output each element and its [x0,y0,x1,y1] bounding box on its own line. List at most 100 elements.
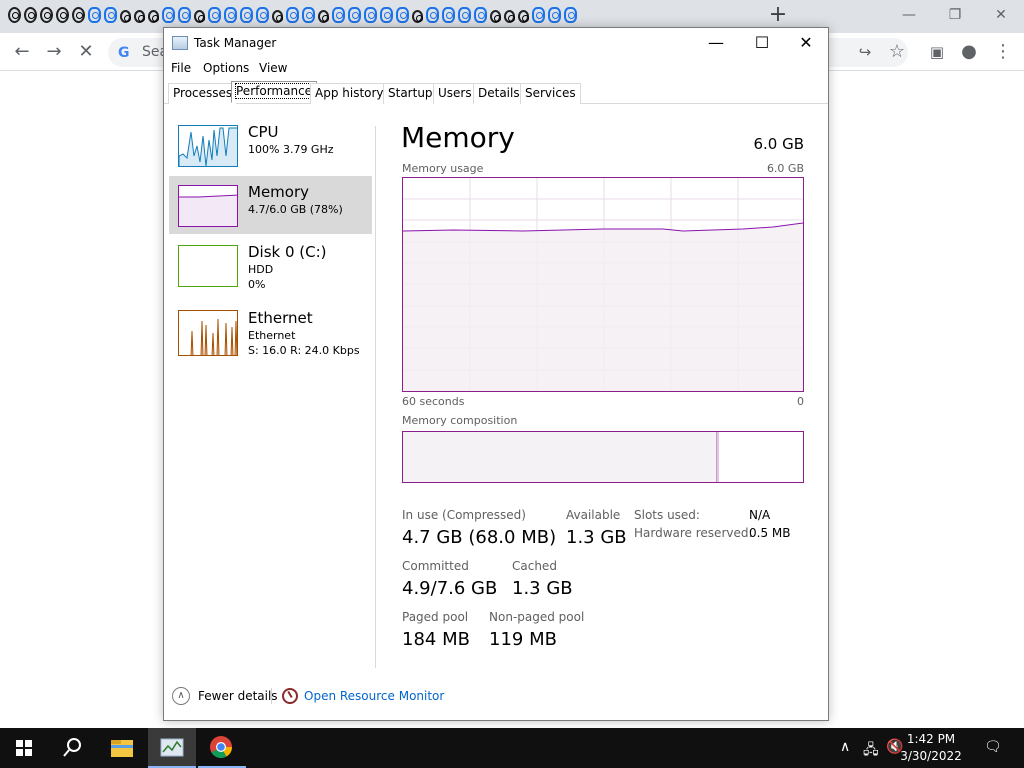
non-paged-pool-label: Non-paged pool [489,610,585,624]
tab-services[interactable]: Services [520,83,581,104]
perf-item-name: Disk 0 (C:) [248,243,327,261]
perf-item-disk[interactable]: Disk 0 (C:) HDD 0% [169,236,372,294]
tab-favicon-icon[interactable] [208,7,221,23]
memory-thumbnail-graph [178,185,238,227]
star-icon[interactable]: ☆ [884,39,910,65]
tab-favicon-icon[interactable] [396,7,409,23]
task-manager-window: Task Manager — ☐ ✕ File Options View Pro… [163,27,829,721]
tab-favicon-icon[interactable] [348,7,361,23]
tab-favicon-icon[interactable] [8,7,21,23]
title-bar[interactable]: Task Manager — ☐ ✕ [164,28,828,58]
tab-favicon-icon[interactable] [120,10,131,23]
tab-favicon-icon[interactable] [148,10,159,23]
tab-favicon-icon[interactable] [256,7,269,23]
side-panel-icon[interactable]: ▣ [924,39,950,65]
tab-favicon-icon[interactable] [56,7,69,23]
tab-favicon-icon[interactable] [134,10,145,23]
tab-app-history[interactable]: App history [310,83,389,104]
tab-favicon-icon[interactable] [178,7,191,23]
open-resource-monitor-link[interactable]: Open Resource Monitor [282,687,444,705]
restore-icon[interactable]: ❐ [932,0,978,30]
file-explorer-button[interactable] [98,728,146,768]
back-arrow-icon[interactable]: ← [9,39,35,65]
perf-item-name: Memory [248,183,310,201]
tab-favicon-icon[interactable] [302,7,315,23]
chrome-taskbar-button[interactable] [198,728,246,768]
tab-favicon-icon[interactable] [474,7,487,23]
tab-favicon-icon[interactable] [458,7,471,23]
tab-favicon-icon[interactable] [72,7,85,23]
tab-favicon-icon[interactable] [272,10,283,23]
search-button[interactable] [48,728,96,768]
tab-favicon-icon[interactable] [104,7,117,23]
tab-favicon-icon[interactable] [518,10,529,23]
minimize-button[interactable]: — [693,28,739,58]
chevron-up-icon[interactable]: ∧ [840,739,850,755]
tab-processes[interactable]: Processes [168,83,238,104]
maximize-button[interactable]: ☐ [739,28,785,58]
tab-favicon-icon[interactable] [24,7,37,23]
profile-icon[interactable]: ● [956,39,982,65]
clock-time[interactable]: 1:42 PM [896,732,966,746]
tab-favicon-icon[interactable] [286,7,299,23]
tab-favicon-icon[interactable] [564,7,577,23]
tab-favicon-icon[interactable] [88,7,101,23]
google-g-icon: G [118,45,130,61]
tab-favicon-icon[interactable] [332,7,345,23]
cpu-thumbnail-graph [178,125,238,167]
notifications-icon[interactable]: 🗨 [984,739,1002,755]
tab-favicon-icon[interactable] [224,7,237,23]
tab-favicon-icon[interactable] [364,7,377,23]
network-icon[interactable]: 🖧 [863,739,879,763]
memory-usage-graph [402,177,804,392]
tab-favicon-icon[interactable] [380,7,393,23]
tab-details[interactable]: Details [473,83,525,104]
new-tab-button[interactable]: + [766,3,790,27]
menu-file[interactable]: File [171,61,191,75]
menu-options[interactable]: Options [203,61,249,75]
close-button[interactable]: ✕ [783,28,829,58]
in-use-value: 4.7 GB (68.0 MB) [402,527,557,548]
composition-modified [717,432,719,482]
clock-date[interactable]: 3/30/2022 [896,749,966,763]
close-icon[interactable]: ✕ [978,0,1024,30]
tab-favicon-icon[interactable] [412,10,423,23]
perf-item-memory[interactable]: Memory 4.7/6.0 GB (78%) [169,176,372,234]
tab-favicon-row[interactable] [8,7,577,23]
forward-arrow-icon[interactable]: → [41,39,67,65]
hardware-reserved-label: Hardware reserved: [634,526,753,540]
tab-startup[interactable]: Startup [383,83,438,104]
tab-favicon-icon[interactable] [162,7,175,23]
tab-performance[interactable]: Performance [231,81,318,103]
minimize-icon[interactable]: — [886,0,932,30]
tab-favicon-icon[interactable] [504,10,515,23]
resource-monitor-icon [282,688,298,704]
composition-in-use [403,432,717,482]
tab-favicon-icon[interactable] [490,10,501,23]
search-icon [63,738,81,757]
tab-favicon-icon[interactable] [40,7,53,23]
panel-divider [375,126,376,668]
chevron-up-icon: ∧ [172,687,190,705]
fewer-details-button[interactable]: ∧ Fewer details [172,687,278,705]
tab-favicon-icon[interactable] [426,7,439,23]
tab-favicon-icon[interactable] [318,10,329,23]
task-manager-taskbar-button[interactable] [148,728,196,768]
perf-item-detail: HDD [248,263,274,276]
time-end-label: 0 [797,395,804,408]
start-button[interactable] [0,728,48,768]
tab-favicon-icon[interactable] [240,7,253,23]
cached-value: 1.3 GB [512,578,573,599]
share-icon[interactable]: ↪ [852,39,878,65]
tab-favicon-icon[interactable] [194,10,205,23]
tab-favicon-icon[interactable] [548,7,561,23]
tab-favicon-icon[interactable] [442,7,455,23]
stop-loading-icon[interactable]: ✕ [73,39,99,65]
ethernet-thumbnail-graph [178,310,238,356]
perf-item-cpu[interactable]: CPU 100% 3.79 GHz [169,116,372,174]
perf-item-ethernet[interactable]: Ethernet Ethernet S: 16.0 R: 24.0 Kbps [169,302,372,360]
tab-users[interactable]: Users [433,83,477,104]
menu-view[interactable]: View [259,61,287,75]
tab-favicon-icon[interactable] [532,7,545,23]
more-menu-icon[interactable]: ⋮ [990,39,1016,65]
